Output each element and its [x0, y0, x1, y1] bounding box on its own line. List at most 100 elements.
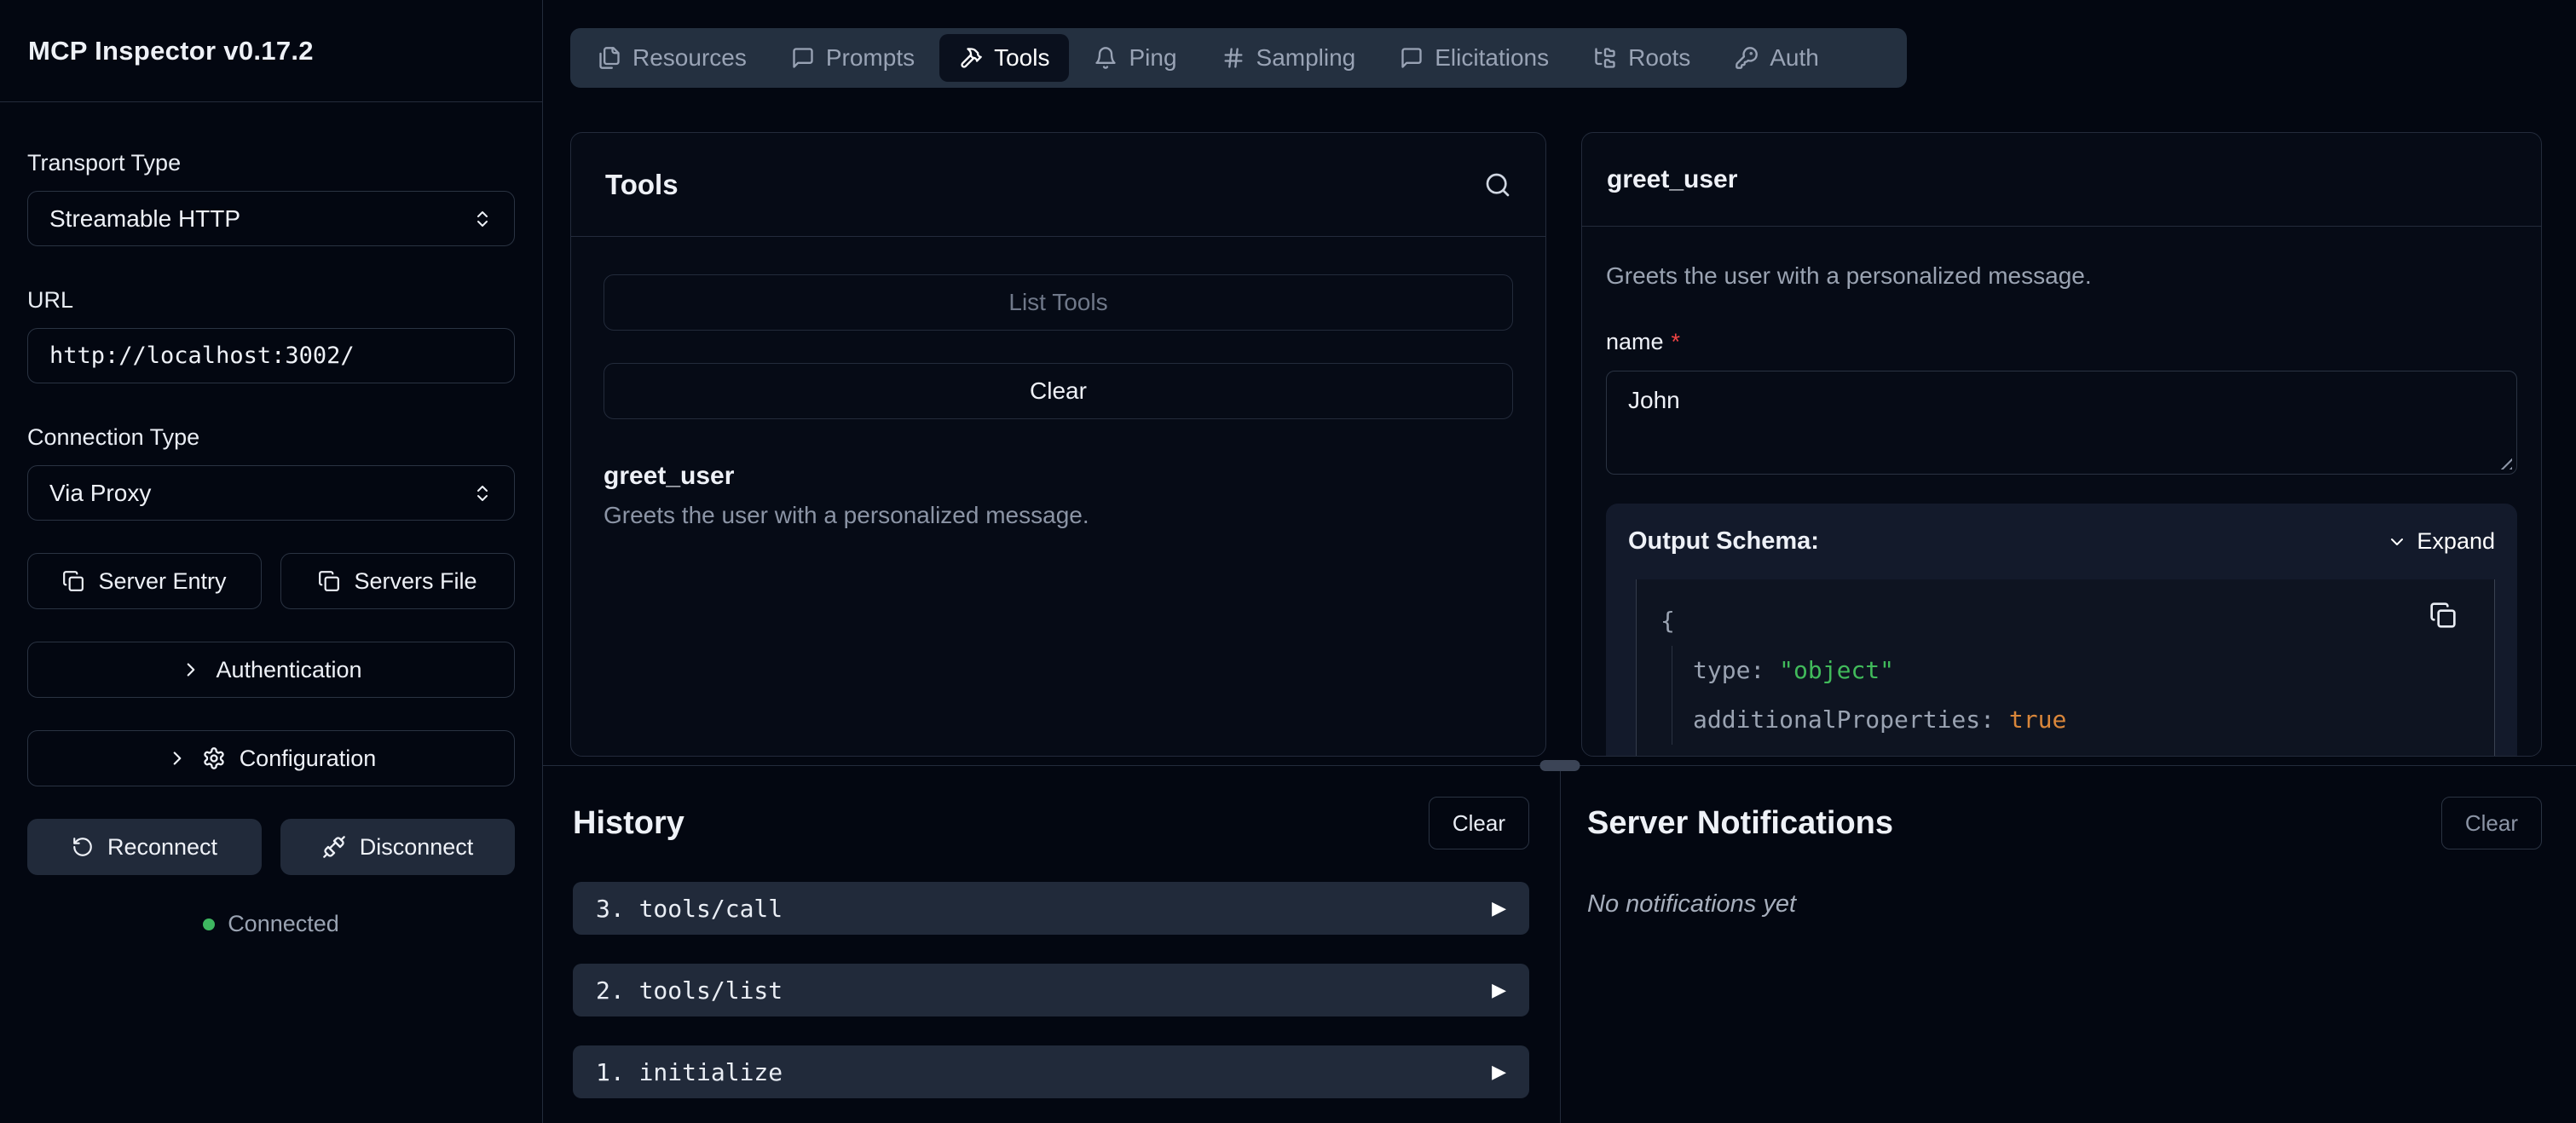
hash-icon: [1222, 46, 1245, 70]
key-round-icon: [1735, 46, 1759, 70]
tool-detail-description: Greets the user with a personalized mess…: [1606, 262, 2517, 290]
clear-notifications-button[interactable]: Clear: [2441, 797, 2542, 849]
tab-label: Resources: [632, 44, 747, 72]
configuration-button[interactable]: Configuration: [27, 730, 515, 786]
authentication-button[interactable]: Authentication: [27, 642, 515, 698]
server-entry-label: Server Entry: [98, 568, 226, 595]
main-area: Resources Prompts Tools Ping Sampling Elicita…: [543, 0, 2576, 1123]
schema-code-lines: {type: "object"additionalProperties: tru…: [1637, 596, 2494, 757]
history-item-tools-call[interactable]: 3. tools/call ▶: [573, 882, 1529, 935]
history-item-label: 3. tools/call: [596, 895, 783, 923]
output-schema-header: Output Schema: Expand: [1628, 527, 2495, 556]
folder-tree-icon: [1593, 46, 1617, 70]
tool-list-item[interactable]: greet_user Greets the user with a persona…: [604, 462, 1513, 529]
history-title: History: [573, 805, 684, 842]
server-notifications-header: Server Notifications Clear: [1587, 797, 2542, 849]
tab-label: Prompts: [826, 44, 915, 72]
copy-icon: [318, 570, 340, 592]
output-schema-section: Output Schema: Expand {type: "object"add…: [1606, 504, 2517, 757]
tabbar-wrap: Resources Prompts Tools Ping Sampling Elicita…: [543, 0, 2576, 88]
tools-panel-body: List Tools Clear greet_user Greets the us…: [571, 237, 1545, 529]
clear-history-button[interactable]: Clear: [1429, 797, 1529, 849]
servers-file-button[interactable]: Servers File: [280, 553, 515, 609]
tool-description: Greets the user with a personalized mess…: [604, 502, 1513, 529]
server-entry-button[interactable]: Server Entry: [27, 553, 262, 609]
tool-detail-header: greet_user: [1582, 133, 2541, 227]
expand-arrow-icon: ▶: [1492, 1062, 1506, 1083]
tab-sampling[interactable]: Sampling: [1202, 34, 1376, 82]
tab-label: Sampling: [1256, 44, 1356, 72]
disconnect-button[interactable]: Disconnect: [280, 819, 515, 875]
bottom-panes: History Clear 3. tools/call ▶ 2. tools/lis…: [543, 765, 2576, 1123]
connection-type-select[interactable]: Via Proxy: [27, 465, 515, 521]
tools-panel-header: Tools: [571, 133, 1545, 237]
textarea-resize-handle[interactable]: [2495, 452, 2512, 469]
url-input[interactable]: http://localhost:3002/: [27, 328, 515, 383]
status-dot: [203, 919, 215, 930]
connection-type-label: Connection Type: [27, 424, 515, 451]
message-square-icon: [791, 46, 815, 70]
tool-detail-panel: greet_user Greets the user with a person…: [1581, 132, 2542, 757]
history-list: 3. tools/call ▶ 2. tools/list▶ 1. initializ…: [573, 882, 1529, 1098]
schema-code-line: }: [1637, 745, 2494, 757]
tab-elicitations[interactable]: Elicitations: [1380, 34, 1568, 82]
tab-roots[interactable]: Roots: [1574, 34, 1710, 82]
required-asterisk: *: [1672, 329, 1681, 355]
param-name-text: name: [1606, 329, 1664, 355]
search-icon[interactable]: [1484, 171, 1511, 199]
server-notifications-title: Server Notifications: [1587, 805, 1893, 842]
rotate-ccw-icon: [72, 836, 94, 858]
tab-label: Ping: [1129, 44, 1176, 72]
history-item-label: 1. initialize: [596, 1058, 783, 1086]
tab-label: Roots: [1628, 44, 1690, 72]
hammer-icon: [959, 46, 983, 70]
servers-file-label: Servers File: [354, 568, 477, 595]
tab-tools[interactable]: Tools: [939, 34, 1069, 82]
list-tools-button[interactable]: List Tools: [604, 274, 1513, 331]
message-square-icon: [1400, 46, 1424, 70]
copy-schema-button[interactable]: [2429, 602, 2457, 629]
status-text: Connected: [228, 911, 339, 937]
history-header: History Clear: [573, 797, 1529, 849]
tool-name: greet_user: [604, 462, 1513, 491]
history-item-initialize[interactable]: 1. initialize ▶: [573, 1045, 1529, 1098]
tab-label: Auth: [1770, 44, 1819, 72]
tool-list: greet_user Greets the user with a persona…: [604, 462, 1513, 529]
expand-schema-button[interactable]: Expand: [2387, 528, 2495, 555]
transport-type-value: Streamable HTTP: [49, 205, 240, 233]
tab-resources[interactable]: Resources: [578, 34, 766, 82]
copy-icon: [62, 570, 84, 592]
clear-tools-button[interactable]: Clear: [604, 363, 1513, 419]
authentication-label: Authentication: [216, 657, 361, 683]
schema-code-block: {type: "object"additionalProperties: tru…: [1636, 579, 2495, 757]
expand-arrow-icon: ▶: [1492, 898, 1506, 919]
app-title: MCP Inspector v0.17.2: [28, 36, 314, 66]
param-name-textarea[interactable]: John: [1606, 371, 2517, 475]
disconnect-label: Disconnect: [360, 834, 474, 861]
tab-prompts[interactable]: Prompts: [771, 34, 934, 82]
reconnect-button[interactable]: Reconnect: [27, 819, 262, 875]
url-label: URL: [27, 287, 515, 314]
pane-resize-handle[interactable]: [1539, 760, 1580, 771]
no-notifications-text: No notifications yet: [1587, 890, 2542, 919]
bell-icon: [1094, 46, 1118, 70]
gear-icon: [202, 746, 226, 770]
files-icon: [598, 46, 621, 70]
tool-detail-body: Greets the user with a personalized mess…: [1582, 262, 2541, 757]
app-root: MCP Inspector v0.17.2 Transport Type Str…: [0, 0, 2576, 1123]
tab-label: Elicitations: [1435, 44, 1549, 72]
connection-status: Connected: [27, 911, 515, 937]
top-panes: Tools List Tools Clear greet_user Greets …: [543, 88, 2576, 757]
tab-ping[interactable]: Ping: [1074, 34, 1196, 82]
sidebar-body: Transport Type Streamable HTTP URL http:…: [0, 102, 542, 937]
connection-type-value: Via Proxy: [49, 480, 151, 507]
param-name-value: John: [1628, 387, 1680, 413]
expand-label: Expand: [2417, 528, 2495, 555]
schema-code-line: {: [1637, 596, 2494, 646]
tab-auth[interactable]: Auth: [1715, 34, 1839, 82]
schema-code-line: additionalProperties: true: [1637, 695, 2494, 745]
history-item-tools-list[interactable]: 2. tools/list▶: [573, 964, 1529, 1016]
param-name-label: name *: [1606, 329, 2517, 355]
chevrons-up-down-icon: [472, 209, 493, 229]
transport-type-select[interactable]: Streamable HTTP: [27, 191, 515, 246]
